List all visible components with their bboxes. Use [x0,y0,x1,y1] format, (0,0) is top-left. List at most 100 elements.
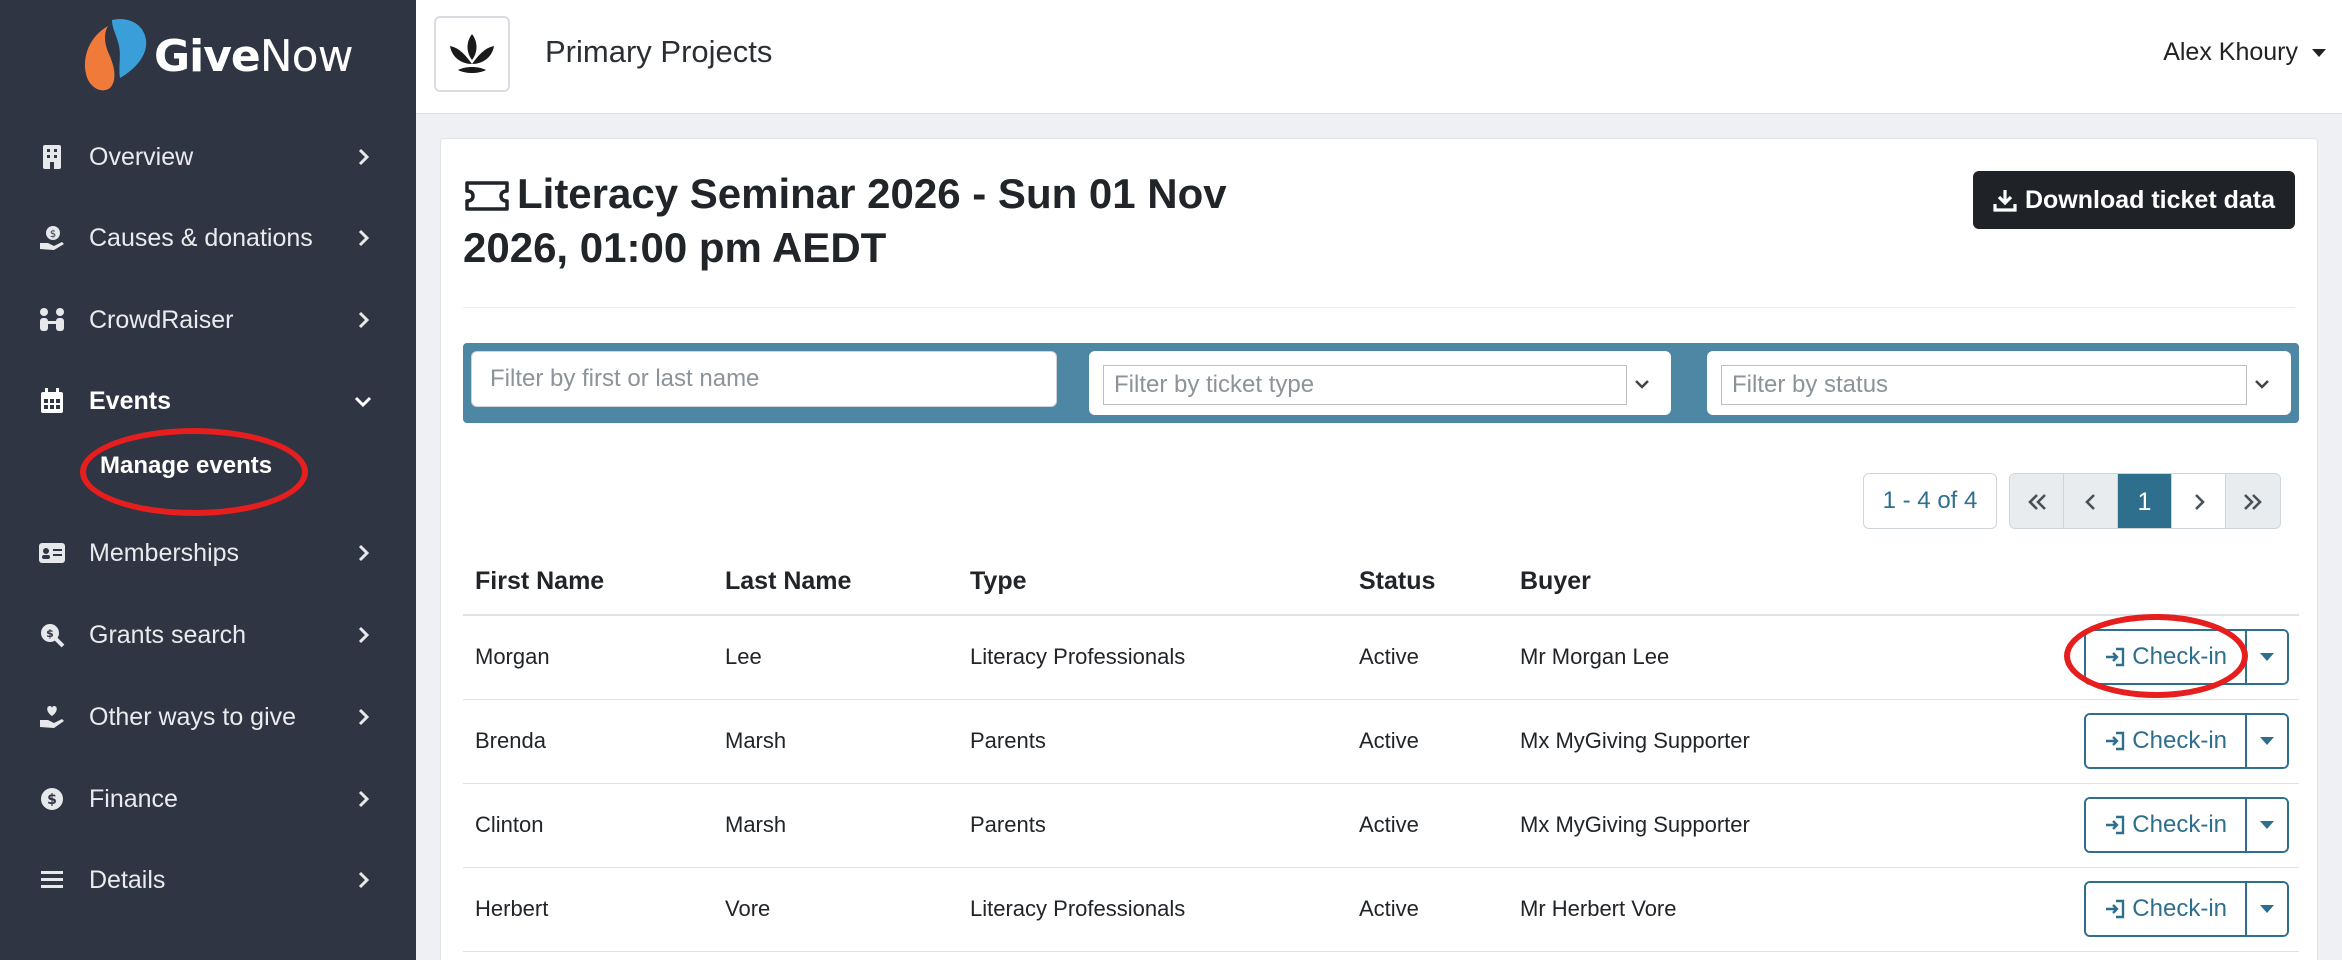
chevron-left-icon [2084,494,2095,510]
cell-status: Active [1347,867,1508,952]
table-row: Herbert Vore Literacy Professionals Acti… [463,867,2299,952]
checkin-button-group: Check-in [2084,797,2289,853]
caret-down-icon [2312,48,2326,57]
list-icon [38,866,66,894]
people-icon [38,306,66,334]
user-menu[interactable]: Alex Khoury [2163,38,2326,67]
check-in-dropdown-toggle[interactable] [2245,715,2287,767]
chevron-right-icon [358,148,370,166]
heart-logo-icon [78,16,152,96]
sidebar-item-memberships[interactable]: Memberships [0,523,416,583]
sidebar-item-grants-search[interactable]: $ Grants search [0,605,416,665]
cell-first-name: Morgan [463,615,713,700]
svg-text:$: $ [50,229,56,240]
check-in-dropdown-toggle[interactable] [2245,631,2287,684]
chevron-down-icon [2251,373,2273,400]
sidebar-subitem-manage-events[interactable]: Manage events [100,452,272,480]
calendar-icon [38,387,66,415]
double-chevron-left-icon [2027,494,2046,510]
cell-type: Parents [958,699,1347,784]
status-filter-value: Filter by status [1721,365,2247,405]
user-name: Alex Khoury [2163,38,2298,66]
column-header-last-name[interactable]: Last Name [713,549,958,616]
sign-in-icon [2106,648,2125,667]
previous-page-button[interactable] [2064,474,2118,528]
sidebar-item-label: Other ways to give [89,702,297,731]
chevron-right-icon [358,544,370,562]
check-in-button[interactable]: Check-in [2086,883,2245,935]
sidebar-item-overview[interactable]: Overview [0,127,416,187]
org-logo[interactable] [434,16,510,92]
sidebar-item-crowdraiser[interactable]: CrowdRaiser [0,290,416,350]
tickets-table: First Name Last Name Type Status Buyer M… [463,549,2299,952]
divider [463,307,2295,308]
cell-first-name: Herbert [463,867,713,952]
sidebar-item-label: Memberships [89,538,240,567]
chevron-right-icon [358,229,370,247]
table-header-row: First Name Last Name Type Status Buyer [463,549,2299,616]
chevron-right-icon [358,626,370,644]
table-row: Brenda Marsh Parents Active Mx MyGiving … [463,699,2299,784]
sidebar-item-finance[interactable]: $ Finance [0,769,416,829]
pagination: 1 [2009,473,2281,529]
sign-in-icon [2106,815,2125,835]
status-filter-select[interactable]: Filter by status [1707,351,2291,415]
sidebar-item-other-ways-to-give[interactable]: Other ways to give [0,687,416,747]
givenow-logo[interactable]: GiveNow [78,16,354,96]
download-icon [1993,190,2017,212]
cell-status: Active [1347,615,1508,700]
top-bar: Primary Projects Alex Khoury [416,0,2342,114]
cell-actions: Check-in [1838,783,2299,868]
ticket-type-filter-select[interactable]: Filter by ticket type [1089,351,1671,415]
page-1-button[interactable]: 1 [2118,474,2172,528]
sidebar-item-label: Overview [89,142,194,171]
check-in-dropdown-toggle[interactable] [2245,799,2287,851]
event-tickets-card: Literacy Seminar 2026 - Sun 01 Nov 2026,… [440,138,2318,960]
cell-last-name: Lee [713,615,958,700]
check-in-dropdown-toggle[interactable] [2245,883,2287,935]
column-header-first-name[interactable]: First Name [463,549,713,616]
hand-heart-icon [38,703,66,731]
download-ticket-data-button[interactable]: Download ticket data [1972,171,2295,229]
cell-first-name: Clinton [463,783,713,868]
column-header-status[interactable]: Status [1347,549,1508,616]
checkin-button-group: Check-in [2084,713,2289,769]
chevron-right-icon [2194,494,2205,510]
logo-text: GiveNow [154,30,354,82]
sidebar-item-causes-donations[interactable]: $ Causes & donations [0,208,416,268]
chevron-down-icon [354,396,372,408]
cell-buyer: Mr Herbert Vore [1508,867,1838,952]
last-page-button[interactable] [2226,474,2280,528]
sidebar-item-label: Causes & donations [89,223,313,252]
cell-buyer: Mx MyGiving Supporter [1508,699,1838,784]
name-filter-input[interactable]: Filter by first or last name [471,351,1057,407]
column-header-type[interactable]: Type [958,549,1347,616]
cell-last-name: Marsh [713,783,958,868]
check-in-button[interactable]: Check-in [2086,631,2245,684]
cell-buyer: Mx MyGiving Supporter [1508,783,1838,868]
checkin-button-group: Check-in [2084,881,2289,937]
sidebar-item-events[interactable]: Events [0,371,416,431]
sidebar-item-details[interactable]: Details [0,850,416,910]
caret-down-icon [2260,905,2274,913]
first-page-button[interactable] [2010,474,2064,528]
cell-actions: Check-in [1838,867,2299,952]
column-header-actions [1838,549,2299,616]
filter-bar: Filter by first or last name Filter by t… [463,343,2299,423]
chevron-right-icon [358,871,370,889]
cell-buyer: Mr Morgan Lee [1508,615,1838,700]
sidebar-item-label: Events [89,386,171,415]
check-in-button[interactable]: Check-in [2086,715,2245,767]
sidebar-item-label: Finance [89,784,178,813]
id-card-icon [38,539,66,567]
column-header-buyer[interactable]: Buyer [1508,549,1838,616]
check-in-button[interactable]: Check-in [2086,799,2245,851]
table-row: Clinton Marsh Parents Active Mx MyGiving… [463,783,2299,868]
double-chevron-right-icon [2244,494,2262,510]
cell-last-name: Vore [713,867,958,952]
caret-down-icon [2260,821,2274,829]
cell-type: Literacy Professionals [958,615,1347,700]
caret-down-icon [2260,653,2274,662]
cell-actions: Check-in [1838,699,2299,784]
next-page-button[interactable] [2172,474,2226,528]
